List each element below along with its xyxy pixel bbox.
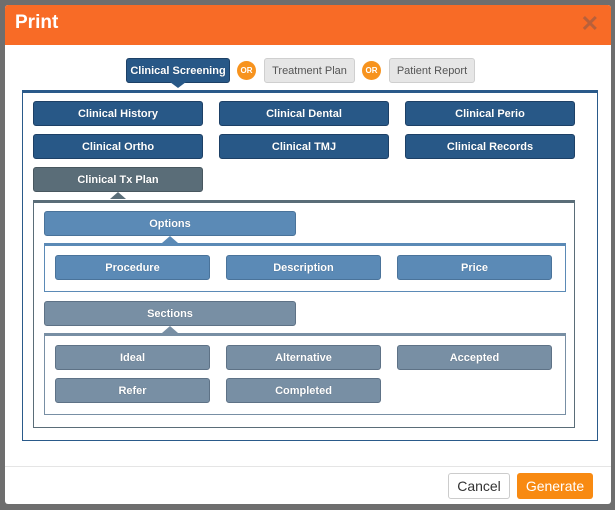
caret <box>110 192 126 199</box>
clinical-tmj-button[interactable]: Clinical TMJ <box>219 134 389 159</box>
refer-button[interactable]: Refer <box>55 378 210 403</box>
dialog-title: Print <box>15 12 59 33</box>
tab-treatment-plan[interactable]: Treatment Plan <box>264 58 355 83</box>
clinical-history-button[interactable]: Clinical History <box>33 101 203 126</box>
close-icon[interactable]: ✕ <box>581 11 599 37</box>
dialog-header: Print ✕ <box>5 5 611 45</box>
accepted-button[interactable]: Accepted <box>397 345 552 370</box>
procedure-button[interactable]: Procedure <box>55 255 210 280</box>
tab-patient-report[interactable]: Patient Report <box>389 58 475 83</box>
sections-header: Sections <box>44 301 296 326</box>
footer-divider <box>5 466 611 467</box>
tab-clinical-screening[interactable]: Clinical Screening <box>126 58 230 83</box>
or-badge: OR <box>237 61 256 80</box>
completed-button[interactable]: Completed <box>226 378 381 403</box>
description-button[interactable]: Description <box>226 255 381 280</box>
cancel-button[interactable]: Cancel <box>448 473 510 499</box>
price-button[interactable]: Price <box>397 255 552 280</box>
caret <box>162 326 178 333</box>
caret <box>162 236 178 243</box>
generate-button[interactable]: Generate <box>517 473 593 499</box>
clinical-ortho-button[interactable]: Clinical Ortho <box>33 134 203 159</box>
clinical-tx-plan-button[interactable]: Clinical Tx Plan <box>33 167 203 192</box>
options-header: Options <box>44 211 296 236</box>
clinical-perio-button[interactable]: Clinical Perio <box>405 101 575 126</box>
or-badge: OR <box>362 61 381 80</box>
print-dialog: Print ✕ Clinical Screening OR Treatment … <box>5 5 611 504</box>
caret <box>170 82 186 88</box>
clinical-records-button[interactable]: Clinical Records <box>405 134 575 159</box>
clinical-dental-button[interactable]: Clinical Dental <box>219 101 389 126</box>
ideal-button[interactable]: Ideal <box>55 345 210 370</box>
alternative-button[interactable]: Alternative <box>226 345 381 370</box>
